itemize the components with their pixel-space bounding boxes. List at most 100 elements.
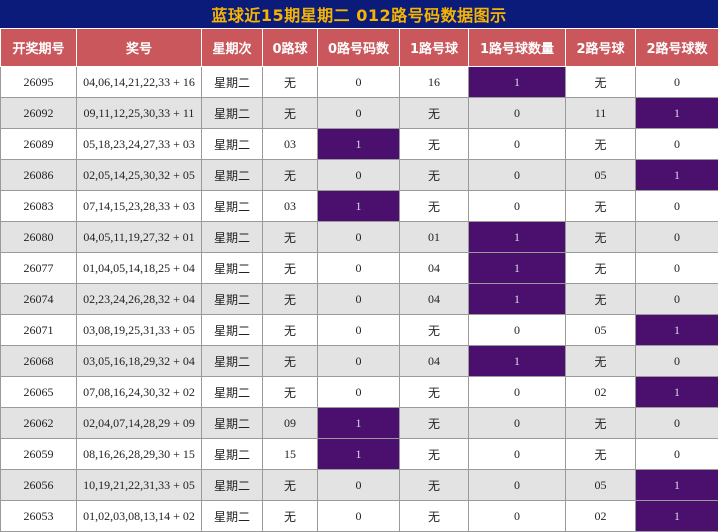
table-row: 2608602,05,14,25,30,32 + 05星期二无0无0051 [1, 160, 718, 191]
cell-route1-count: 0 [469, 408, 566, 439]
column-header-route2-count: 2路号球数 [636, 29, 718, 67]
cell-route1-ball: 01 [400, 222, 469, 253]
cell-route1-ball: 无 [400, 439, 469, 470]
table-row: 2609504,06,14,21,22,33 + 16星期二无0161无0 [1, 67, 718, 98]
cell-weekday: 星期二 [202, 315, 263, 346]
cell-route0-count: 0 [318, 501, 400, 532]
cell-numbers: 03,08,19,25,31,33 + 05 [77, 315, 202, 346]
cell-route0-count: 1 [318, 129, 400, 160]
cell-route2-ball: 05 [566, 470, 636, 501]
table-row: 2605908,16,26,28,29,30 + 15星期二151无0无0 [1, 439, 718, 470]
cell-issue: 26065 [1, 377, 77, 408]
cell-route2-ball: 05 [566, 315, 636, 346]
cell-route0-count: 0 [318, 98, 400, 129]
cell-issue: 26086 [1, 160, 77, 191]
cell-numbers: 02,05,14,25,30,32 + 05 [77, 160, 202, 191]
cell-weekday: 星期二 [202, 67, 263, 98]
cell-route2-ball: 无 [566, 129, 636, 160]
cell-route2-count: 0 [636, 439, 718, 470]
cell-issue: 26083 [1, 191, 77, 222]
cell-route0-ball: 无 [263, 377, 318, 408]
cell-route1-count: 0 [469, 160, 566, 191]
cell-route0-ball: 03 [263, 191, 318, 222]
cell-numbers: 08,16,26,28,29,30 + 15 [77, 439, 202, 470]
cell-route0-ball: 无 [263, 222, 318, 253]
cell-route2-ball: 无 [566, 191, 636, 222]
cell-route1-ball: 04 [400, 346, 469, 377]
cell-route2-count: 0 [636, 284, 718, 315]
table-row: 2605610,19,21,22,31,33 + 05星期二无0无0051 [1, 470, 718, 501]
cell-route2-count: 1 [636, 160, 718, 191]
column-header-weekday: 星期次 [202, 29, 263, 67]
cell-route2-count: 0 [636, 253, 718, 284]
cell-numbers: 01,04,05,14,18,25 + 04 [77, 253, 202, 284]
cell-route1-ball: 无 [400, 315, 469, 346]
cell-numbers: 02,23,24,26,28,32 + 04 [77, 284, 202, 315]
cell-route0-ball: 无 [263, 160, 318, 191]
cell-route1-count: 1 [469, 346, 566, 377]
cell-route1-ball: 04 [400, 253, 469, 284]
table-row: 2606202,04,07,14,28,29 + 09星期二091无0无0 [1, 408, 718, 439]
cell-route2-count: 1 [636, 98, 718, 129]
table-body: 2609504,06,14,21,22,33 + 16星期二无0161无0260… [1, 67, 718, 532]
cell-numbers: 05,18,23,24,27,33 + 03 [77, 129, 202, 160]
cell-weekday: 星期二 [202, 284, 263, 315]
cell-route2-count: 1 [636, 470, 718, 501]
cell-numbers: 04,05,11,19,27,32 + 01 [77, 222, 202, 253]
table-row: 2608004,05,11,19,27,32 + 01星期二无0011无0 [1, 222, 718, 253]
cell-route2-ball: 无 [566, 439, 636, 470]
cell-route0-ball: 无 [263, 67, 318, 98]
column-header-issue: 开奖期号 [1, 29, 77, 67]
cell-weekday: 星期二 [202, 129, 263, 160]
cell-route1-ball: 04 [400, 284, 469, 315]
cell-weekday: 星期二 [202, 160, 263, 191]
cell-route2-ball: 05 [566, 160, 636, 191]
cell-route0-ball: 无 [263, 284, 318, 315]
cell-issue: 26077 [1, 253, 77, 284]
cell-issue: 26095 [1, 67, 77, 98]
cell-route1-count: 0 [469, 98, 566, 129]
cell-weekday: 星期二 [202, 191, 263, 222]
cell-issue: 26056 [1, 470, 77, 501]
cell-numbers: 04,06,14,21,22,33 + 16 [77, 67, 202, 98]
cell-route1-count: 0 [469, 377, 566, 408]
cell-numbers: 02,04,07,14,28,29 + 09 [77, 408, 202, 439]
cell-route1-ball: 无 [400, 191, 469, 222]
cell-route0-count: 0 [318, 222, 400, 253]
cell-route2-count: 0 [636, 129, 718, 160]
cell-issue: 26080 [1, 222, 77, 253]
cell-route0-ball: 无 [263, 315, 318, 346]
cell-weekday: 星期二 [202, 222, 263, 253]
cell-route1-count: 0 [469, 191, 566, 222]
cell-route1-count: 0 [469, 315, 566, 346]
cell-weekday: 星期二 [202, 253, 263, 284]
cell-route1-count: 1 [469, 284, 566, 315]
cell-route2-ball: 无 [566, 222, 636, 253]
cell-numbers: 03,05,16,18,29,32 + 04 [77, 346, 202, 377]
cell-route0-count: 0 [318, 470, 400, 501]
cell-route1-count: 1 [469, 222, 566, 253]
cell-issue: 26053 [1, 501, 77, 532]
cell-route1-count: 1 [469, 67, 566, 98]
table-row: 2608307,14,15,23,28,33 + 03星期二031无0无0 [1, 191, 718, 222]
table-row: 2605301,02,03,08,13,14 + 02星期二无0无0021 [1, 501, 718, 532]
cell-route0-ball: 无 [263, 470, 318, 501]
table-row: 2606803,05,16,18,29,32 + 04星期二无0041无0 [1, 346, 718, 377]
table-row: 2609209,11,12,25,30,33 + 11星期二无0无0111 [1, 98, 718, 129]
page: 蓝球近15期星期二 012路号码数据图示 开奖期号奖号星期次0路球0路号码数1路… [0, 0, 718, 530]
cell-route2-count: 0 [636, 191, 718, 222]
cell-route1-ball: 无 [400, 98, 469, 129]
cell-route1-count: 0 [469, 439, 566, 470]
cell-route2-count: 0 [636, 67, 718, 98]
cell-route2-ball: 无 [566, 408, 636, 439]
cell-issue: 26092 [1, 98, 77, 129]
cell-issue: 26068 [1, 346, 77, 377]
cell-route1-count: 0 [469, 501, 566, 532]
table-row: 2607103,08,19,25,31,33 + 05星期二无0无0051 [1, 315, 718, 346]
cell-route0-count: 0 [318, 346, 400, 377]
page-title: 蓝球近15期星期二 012路号码数据图示 [0, 0, 718, 28]
cell-route0-ball: 无 [263, 98, 318, 129]
column-header-route0-ball: 0路球 [263, 29, 318, 67]
data-table: 开奖期号奖号星期次0路球0路号码数1路号球1路号球数量2路号球2路号球数 260… [0, 28, 718, 532]
cell-route0-count: 0 [318, 315, 400, 346]
